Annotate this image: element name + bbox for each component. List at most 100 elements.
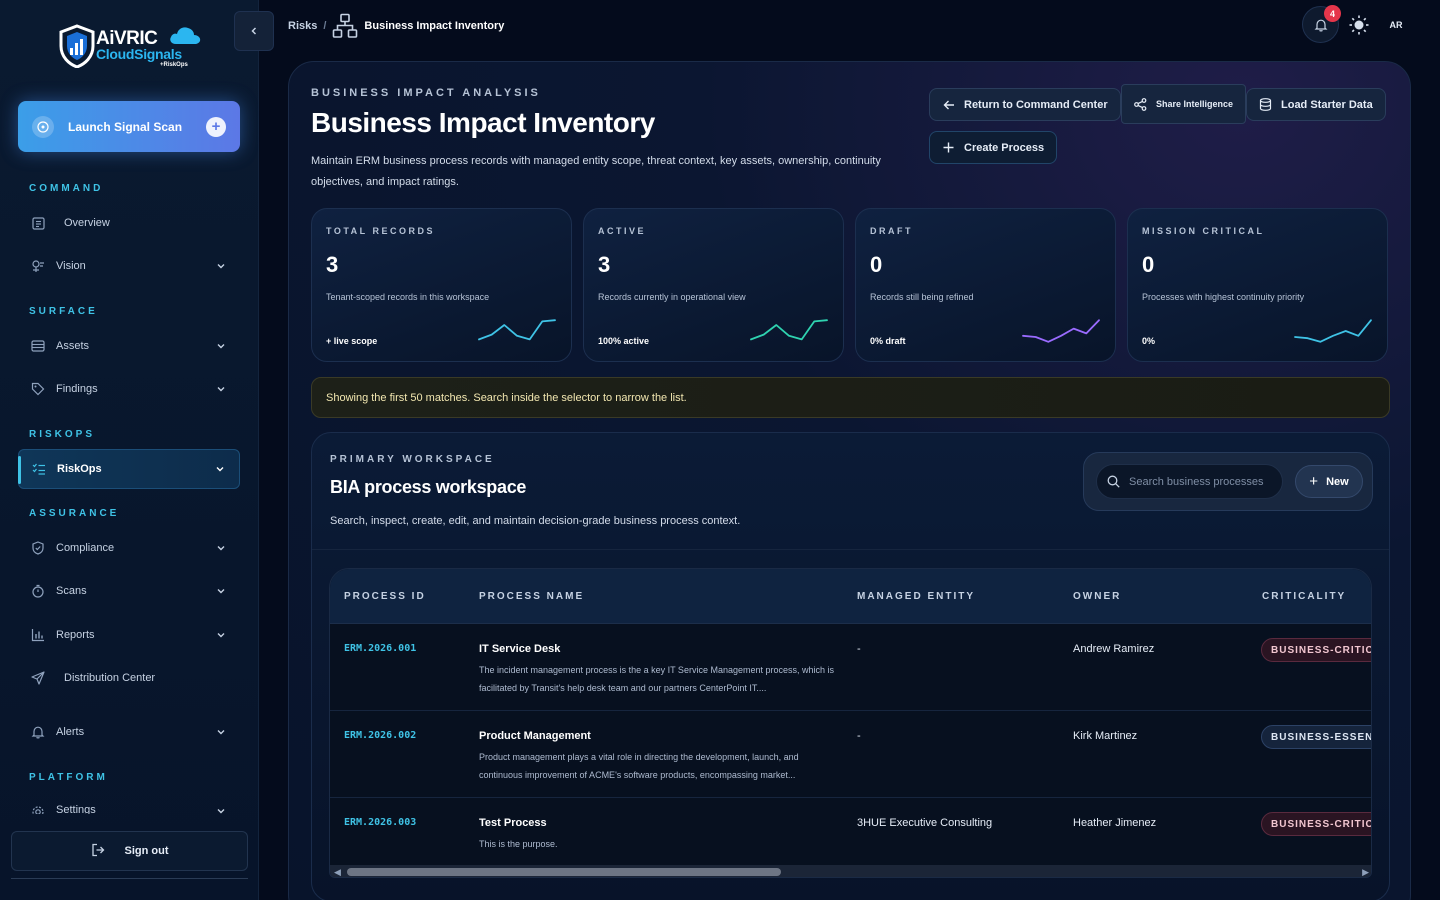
column-header-process-id[interactable]: PROCESS ID	[344, 591, 426, 602]
process-id-link[interactable]: ERM.2026.003	[344, 817, 416, 828]
column-header-owner[interactable]: OWNER	[1073, 591, 1121, 602]
sidebar-item-label: Overview	[64, 217, 110, 229]
theme-toggle-sun-icon[interactable]	[1348, 14, 1370, 36]
return-label: Return to Command Center	[964, 98, 1108, 111]
assets-icon	[30, 338, 46, 354]
search-icon	[1107, 475, 1120, 488]
table-row[interactable]: ERM.2026.001 IT Service Desk The inciden…	[330, 624, 1371, 711]
process-description: This is the purpose.	[479, 839, 558, 849]
chevron-down-icon	[214, 382, 228, 396]
sidebar-item-riskops[interactable]: RiskOps	[18, 449, 240, 489]
sign-out-label: Sign out	[124, 845, 169, 857]
sidebar-item-label: Compliance	[56, 542, 115, 554]
sidebar: AiVRIC CloudSignals +RiskOps Launch Sign…	[0, 0, 259, 900]
radar-icon	[32, 115, 54, 138]
vision-icon	[30, 258, 46, 274]
sidebar-item-label: Scans	[56, 585, 87, 597]
user-avatar[interactable]: AR	[1381, 6, 1411, 43]
logout-icon	[91, 843, 105, 860]
horizontal-scrollbar[interactable]: ◀ ▶	[330, 865, 1371, 877]
owner: Andrew Ramirez	[1073, 643, 1155, 655]
nav-section-command: COMMAND	[29, 183, 104, 194]
plus-icon: +	[1309, 473, 1319, 490]
share-intelligence-button[interactable]: Share Intelligence	[1121, 84, 1247, 124]
database-icon	[1259, 98, 1272, 111]
timer-icon	[30, 583, 46, 599]
search-box[interactable]	[1096, 464, 1283, 499]
column-header-criticality[interactable]: CRITICALITY	[1262, 591, 1346, 602]
create-process-button[interactable]: Create Process	[929, 131, 1058, 164]
stat-description: Records still being refined	[870, 292, 974, 302]
bell-icon	[30, 724, 46, 740]
shield-logo-icon	[59, 24, 95, 68]
bia-workspace: PRIMARY WORKSPACE BIA process workspace …	[311, 432, 1390, 900]
sidebar-item-vision[interactable]: Vision	[18, 246, 240, 286]
page-eyebrow: BUSINESS IMPACT ANALYSIS	[311, 87, 541, 99]
process-id-link[interactable]: ERM.2026.002	[344, 730, 416, 741]
stat-label: MISSION CRITICAL	[1142, 226, 1265, 236]
chevron-down-icon	[213, 462, 227, 476]
process-name: Test Process	[479, 817, 547, 829]
search-input[interactable]	[1129, 475, 1269, 488]
sidebar-item-distribution-center[interactable]: Distribution Center	[18, 658, 240, 698]
bell-icon	[1314, 19, 1327, 31]
match-limit-notice: Showing the first 50 matches. Search ins…	[311, 377, 1390, 418]
brand-logo[interactable]: AiVRIC CloudSignals +RiskOps	[56, 22, 206, 72]
notification-count-badge: 4	[1324, 5, 1341, 22]
sidebar-divider	[11, 878, 248, 879]
new-process-button[interactable]: + New	[1295, 465, 1363, 498]
sign-out-button[interactable]: Sign out	[11, 831, 248, 871]
stat-description: Processes with highest continuity priori…	[1142, 292, 1305, 302]
stat-card-active: ACTIVE 3 Records currently in operationa…	[583, 208, 844, 362]
launch-signal-scan-button[interactable]: Launch Signal Scan +	[18, 101, 240, 152]
stat-label: TOTAL RECORDS	[326, 226, 436, 236]
stat-value: 3	[326, 252, 339, 277]
sidebar-item-label: Findings	[56, 383, 98, 395]
sidebar-item-assets[interactable]: Assets	[18, 326, 240, 366]
managed-entity: -	[857, 643, 861, 655]
sidebar-item-overview[interactable]: Overview	[18, 203, 240, 243]
process-id-link[interactable]: ERM.2026.001	[344, 643, 416, 654]
sidebar-item-reports[interactable]: Reports	[18, 615, 240, 655]
brand-suffix: +RiskOps	[160, 62, 188, 68]
breadcrumb-current: Business Impact Inventory	[364, 20, 505, 32]
sidebar-item-compliance[interactable]: Compliance	[18, 528, 240, 568]
table-row[interactable]: ERM.2026.002 Product Management Product …	[330, 711, 1371, 798]
sidebar-item-label: Assets	[56, 340, 90, 352]
sidebar-item-label: Distribution Center	[64, 672, 156, 684]
stat-footer: 100% active	[598, 336, 650, 346]
sidebar-item-settings[interactable]: Settings	[18, 792, 240, 814]
process-description: Product management plays a vital role in…	[479, 752, 799, 780]
chevron-down-icon	[214, 584, 228, 598]
scroll-right-icon[interactable]: ▶	[1362, 867, 1369, 877]
column-header-managed-entity[interactable]: MANAGED ENTITY	[857, 591, 975, 602]
sidebar-item-scans[interactable]: Scans	[18, 571, 240, 611]
workspace-eyebrow: PRIMARY WORKSPACE	[330, 454, 495, 465]
plus-icon: +	[206, 116, 226, 137]
chevron-left-icon	[251, 27, 257, 35]
new-label: New	[1326, 475, 1349, 488]
collapse-sidebar-button[interactable]	[234, 11, 274, 51]
stat-footer: 0%	[1142, 336, 1156, 346]
chevron-down-icon	[214, 541, 228, 555]
scroll-left-icon[interactable]: ◀	[334, 867, 341, 877]
column-header-process-name[interactable]: PROCESS NAME	[479, 591, 584, 602]
sidebar-item-findings[interactable]: Findings	[18, 369, 240, 409]
stat-footer: 0% draft	[870, 336, 906, 346]
tag-icon	[30, 381, 46, 397]
workspace-title: BIA process workspace	[330, 477, 527, 497]
page-title: Business Impact Inventory	[311, 107, 655, 138]
scrollbar-thumb[interactable]	[347, 868, 781, 876]
return-to-command-center-button[interactable]: Return to Command Center	[929, 88, 1121, 121]
load-starter-data-button[interactable]: Load Starter Data	[1246, 88, 1386, 121]
workspace-divider	[312, 549, 1389, 550]
breadcrumb-risks-link[interactable]: Risks	[288, 20, 317, 32]
overview-icon	[30, 215, 46, 231]
sidebar-item-alerts[interactable]: Alerts	[18, 712, 240, 752]
stat-value: 0	[1142, 252, 1155, 277]
managed-entity: 3HUE Executive Consulting	[857, 817, 993, 829]
process-name: IT Service Desk	[479, 643, 561, 655]
create-label: Create Process	[964, 141, 1045, 154]
sparkline	[478, 319, 556, 341]
bar-chart-icon	[30, 627, 46, 643]
